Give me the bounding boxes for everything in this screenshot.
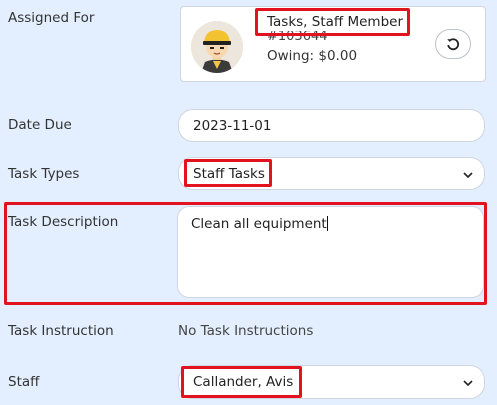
assigned-for-card[interactable]: Tasks, Staff Member #103644 Owing: $0.00 bbox=[180, 6, 486, 82]
task-description-textarea[interactable]: Clean all equipment bbox=[177, 206, 484, 298]
assigned-for-label: Assigned For bbox=[8, 10, 95, 26]
client-id: #103644 bbox=[267, 31, 328, 43]
avatar bbox=[191, 21, 243, 73]
client-owing: Owing: $0.00 bbox=[267, 48, 358, 64]
text-caret bbox=[326, 216, 328, 231]
client-name: Tasks, Staff Member bbox=[267, 14, 404, 30]
task-description-label: Task Description bbox=[8, 214, 119, 230]
date-due-input[interactable]: 2023-11-01 bbox=[178, 109, 485, 142]
task-types-select[interactable]: Staff Tasks bbox=[178, 157, 485, 190]
staff-label: Staff bbox=[8, 374, 40, 390]
reset-icon bbox=[447, 38, 460, 51]
reset-button[interactable] bbox=[435, 29, 471, 59]
task-types-label: Task Types bbox=[8, 166, 80, 182]
staff-select[interactable]: Callander, Avis bbox=[178, 365, 485, 399]
task-types-value: Staff Tasks bbox=[193, 166, 265, 182]
chevron-down-icon bbox=[463, 380, 473, 387]
date-due-label: Date Due bbox=[8, 117, 72, 133]
task-instruction-label: Task Instruction bbox=[8, 323, 114, 339]
staff-value: Callander, Avis bbox=[193, 374, 294, 390]
task-instruction-text: No Task Instructions bbox=[178, 323, 314, 339]
chevron-down-icon bbox=[463, 172, 473, 179]
date-due-value: 2023-11-01 bbox=[193, 118, 272, 134]
person-with-hardhat-icon bbox=[191, 21, 243, 73]
task-description-value: Clean all equipment bbox=[191, 216, 327, 232]
